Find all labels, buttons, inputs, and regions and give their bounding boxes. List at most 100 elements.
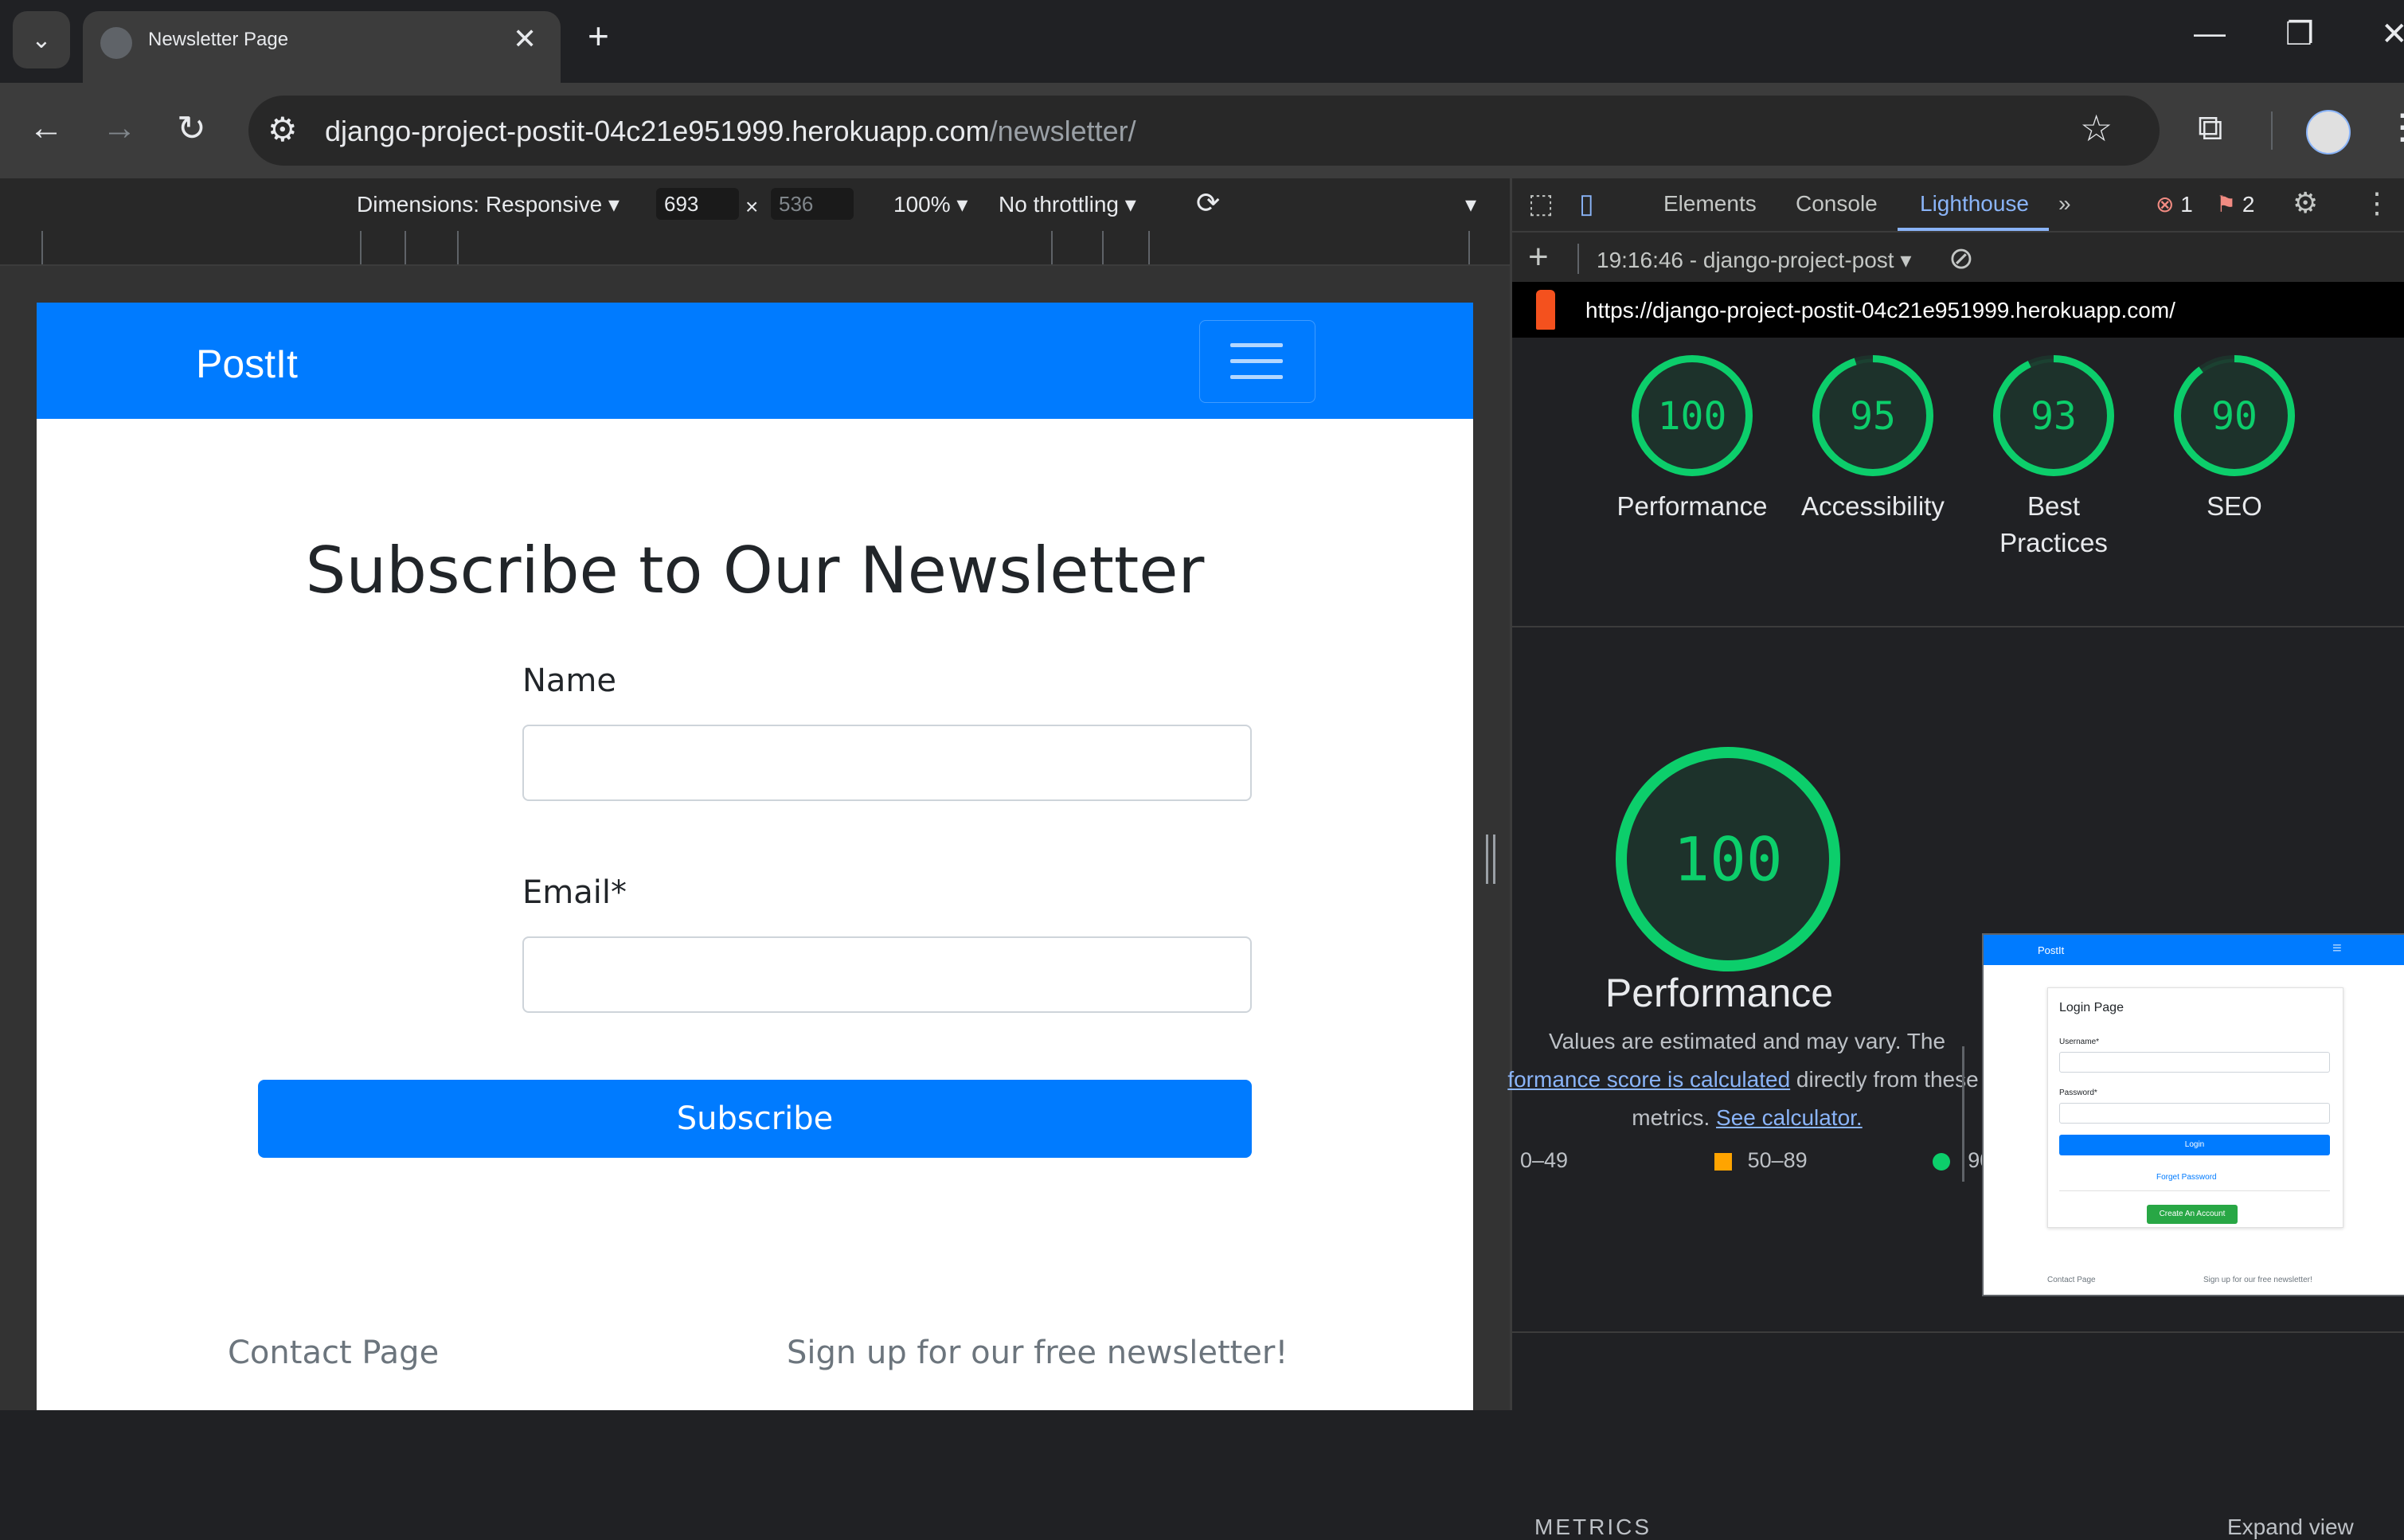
- calculator-link[interactable]: See calculator.: [1716, 1105, 1863, 1130]
- footer-newsletter-link[interactable]: Sign up for our free newsletter!: [787, 1335, 1288, 1371]
- thumb-navbar: PostIt ≡: [1984, 935, 2404, 965]
- thumb-password-label: Password*: [2059, 1089, 2097, 1097]
- close-window-icon[interactable]: ✕: [2381, 16, 2404, 53]
- height-input[interactable]: [771, 188, 854, 220]
- thumb-login-card: Login Page Username* Password* Login For…: [2047, 987, 2343, 1228]
- score-gauge-accessibility[interactable]: 95 Accessibility: [1793, 355, 1953, 525]
- average-square-icon: [1714, 1152, 1732, 1171]
- ruler-tick: [360, 231, 362, 264]
- estimate-line: metrics.: [1632, 1105, 1717, 1130]
- active-tab-indicator: [1898, 228, 2049, 231]
- navbar-toggler[interactable]: [1199, 320, 1315, 403]
- name-field[interactable]: [522, 725, 1252, 801]
- ruler-tick: [41, 231, 43, 264]
- thumb-divider: [2059, 1190, 2330, 1191]
- device-toggle-icon[interactable]: ▯: [1579, 188, 1594, 220]
- score-calc-link[interactable]: formance score is calculated: [1507, 1067, 1790, 1092]
- minimize-icon[interactable]: —: [2194, 16, 2226, 52]
- devtools-panel: ⬚ ▯ Elements Console Lighthouse » ⊗ 1 ⚑ …: [1507, 178, 2404, 1539]
- more-menu-icon[interactable]: ⋮: [2385, 107, 2404, 147]
- gauge-value: 90: [2211, 394, 2257, 439]
- devtools-menu-icon[interactable]: ⋮: [2363, 186, 2391, 220]
- thumb-password-field: [2059, 1103, 2330, 1124]
- lighthouse-url-bar: https://django-project-postit-04c21e9519…: [1512, 282, 2404, 338]
- globe-icon: [100, 27, 132, 59]
- dimensions-select[interactable]: Dimensions: Responsive ▾: [357, 191, 620, 217]
- new-tab-button[interactable]: +: [588, 14, 609, 57]
- throttling-select[interactable]: No throttling ▾: [999, 191, 1136, 217]
- browser-toolbar: ← → ↻ ⚙ django-project-postit-04c21e9519…: [0, 83, 2404, 178]
- score-gauge-svg: 93: [1993, 355, 2114, 476]
- legend-fail: 0–49: [1520, 1148, 1569, 1172]
- subscribe-button[interactable]: Subscribe: [258, 1080, 1252, 1158]
- tab-console[interactable]: Console: [1796, 191, 1878, 217]
- thumbnail-scrollbar[interactable]: [1962, 1046, 1964, 1182]
- footer-contact-link[interactable]: Contact Page: [228, 1335, 439, 1371]
- bookmark-star-icon[interactable]: ☆: [2080, 107, 2113, 150]
- score-gauge-seo[interactable]: 90 SEO: [2155, 355, 2314, 525]
- site-info-icon[interactable]: ⚙: [268, 110, 298, 149]
- expand-view-toggle[interactable]: Expand view: [2227, 1515, 2354, 1540]
- gauge-label: Performance: [1616, 491, 1768, 521]
- lighthouse-report: 100 Performance 95 Accessibility 93 Best Prac…: [1507, 338, 2404, 1539]
- ruler-tick: [1148, 231, 1150, 264]
- thumb-username-label: Username*: [2059, 1038, 2100, 1046]
- email-field[interactable]: [522, 936, 1252, 1013]
- big-gauge-label: Performance: [1605, 971, 1834, 1015]
- metrics-heading: METRICS: [1534, 1515, 1652, 1539]
- ruler-tick: [1468, 231, 1470, 264]
- score-gauge-svg: 100: [1616, 747, 1840, 971]
- zoom-select[interactable]: 100% ▾: [893, 191, 967, 217]
- url-text[interactable]: django-project-postit-04c21e951999.herok…: [325, 115, 1136, 148]
- chevron-down-icon: ⌄: [31, 26, 52, 53]
- tab-search-button[interactable]: ⌄: [13, 11, 70, 68]
- extensions-icon[interactable]: ⧉: [2198, 108, 2222, 148]
- back-icon[interactable]: ←: [29, 108, 64, 148]
- gauge-value: 95: [1850, 394, 1896, 439]
- emulated-page: PostIt Subscribe to Our Newsletter Name …: [37, 303, 1473, 1410]
- score-gauge-performance[interactable]: 100 Performance: [1612, 355, 1772, 525]
- issue-count-badge[interactable]: ⚑ 2: [2216, 191, 2254, 217]
- clear-icon[interactable]: ⊘: [1949, 240, 1974, 276]
- thumb-brand: PostIt: [2038, 944, 2065, 956]
- browser-tab[interactable]: Newsletter Page ✕: [83, 11, 561, 83]
- navbar-brand[interactable]: PostIt: [196, 341, 298, 387]
- profile-avatar[interactable]: [2306, 110, 2351, 154]
- final-screenshot-thumbnail[interactable]: PostIt ≡ Login Page Username* Password* …: [1982, 933, 2404, 1296]
- tab-elements[interactable]: Elements: [1663, 191, 1757, 217]
- error-count-badge[interactable]: ⊗ 1: [2156, 191, 2193, 217]
- tab-lighthouse[interactable]: Lighthouse: [1920, 191, 2029, 217]
- legend-average: 50–89: [1747, 1148, 1808, 1172]
- more-tabs-icon[interactable]: »: [2058, 191, 2071, 217]
- device-options-icon[interactable]: ▾: [1465, 191, 1476, 217]
- thumb-login-button: Login: [2059, 1135, 2330, 1155]
- section-divider: [1512, 1331, 2404, 1333]
- restore-icon[interactable]: ❐: [2285, 16, 2314, 53]
- score-gauge-best-practices[interactable]: 93 Best Practices: [1974, 355, 2133, 561]
- forward-icon[interactable]: →: [102, 108, 137, 148]
- thumb-create-button: Create An Account: [2147, 1205, 2238, 1224]
- width-input[interactable]: [656, 188, 739, 220]
- resize-handle[interactable]: [1486, 834, 1495, 884]
- settings-gear-icon[interactable]: ⚙: [2293, 186, 2318, 220]
- tab-close-icon[interactable]: ✕: [513, 22, 537, 56]
- ruler-tick: [1102, 231, 1104, 264]
- score-gauge-svg: 95: [1812, 355, 1933, 476]
- inspect-element-icon[interactable]: ⬚: [1528, 188, 1554, 220]
- ruler-tick: [405, 231, 406, 264]
- rotate-icon[interactable]: ⟳: [1196, 186, 1220, 220]
- tab-title: Newsletter Page: [148, 29, 289, 50]
- device-toolbar: Dimensions: Responsive ▾ × 100% ▾ No thr…: [0, 178, 1510, 233]
- section-divider: [1512, 626, 2404, 627]
- toolbar-divider: [1577, 244, 1579, 274]
- pass-circle-icon: [1933, 1152, 1951, 1171]
- lighthouse-logo-icon: [1536, 290, 1555, 330]
- reload-icon[interactable]: ↻: [177, 108, 206, 149]
- gauge-value: 93: [2031, 394, 2077, 439]
- report-url[interactable]: https://django-project-postit-04c21e9519…: [1585, 298, 2175, 323]
- report-select[interactable]: 19:16:46 - django-project-post ▾: [1597, 247, 1911, 273]
- ruler-tick: [1051, 231, 1053, 264]
- new-report-icon[interactable]: +: [1528, 237, 1549, 277]
- email-label: Email*: [522, 874, 627, 911]
- address-bar[interactable]: ⚙ django-project-postit-04c21e951999.her…: [248, 96, 2160, 166]
